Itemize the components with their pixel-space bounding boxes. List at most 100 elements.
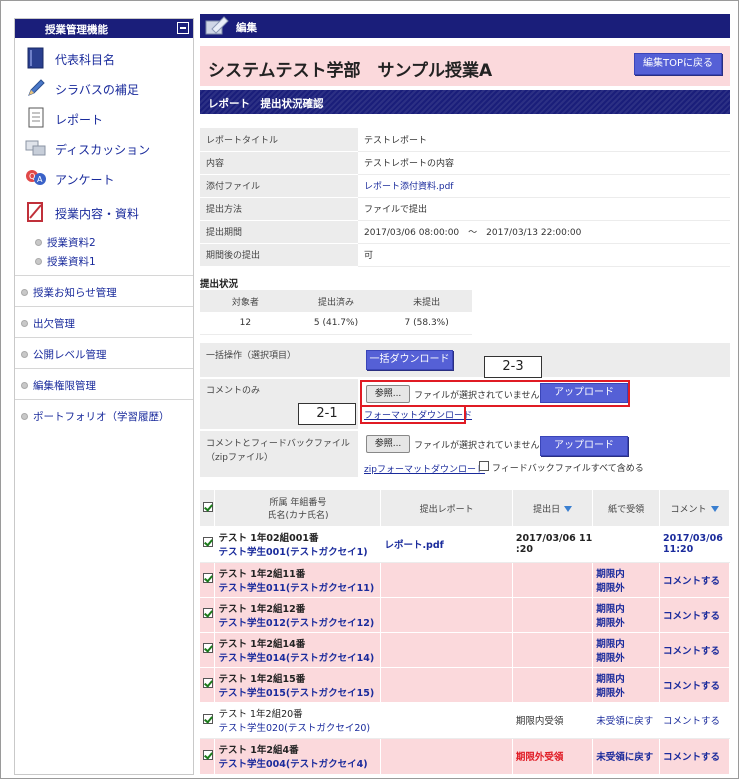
comment-link[interactable]: コメントする xyxy=(659,702,730,739)
sidebar-item-label: アンケート xyxy=(55,173,115,187)
table-row: テスト 1年2組20番 テスト学生020(テストガクセイ20) 期限内受領 未受領… xyxy=(200,702,730,739)
date-header[interactable]: 提出日 xyxy=(512,490,594,526)
course-title: システムテスト学部 サンプル授業A xyxy=(208,61,493,81)
select-all-cell xyxy=(200,490,216,526)
sort-down-icon[interactable] xyxy=(710,505,719,512)
sidebar-subitem-material-2[interactable]: 授業資料2 xyxy=(35,235,96,250)
info-key: 内容 xyxy=(200,151,358,175)
sidebar-link-visibility[interactable]: 公開レベル管理 xyxy=(15,337,193,368)
zip-format-download-link[interactable]: zipフォーマットダウンロード xyxy=(364,462,485,475)
status-table: 対象者 提出済み 未提出 12 5 (41.7%) 7 (58.3%) xyxy=(200,290,472,335)
book-icon xyxy=(27,47,44,69)
sidebar-link-attendance[interactable]: 出欠管理 xyxy=(15,306,193,337)
sidebar-link-portfolio[interactable]: ポートフォリオ（学習履歴） xyxy=(15,399,193,430)
highlight-format-download xyxy=(360,405,466,424)
bulk-operation-row: 一括操作（選択項目） 一括ダウンロード xyxy=(200,343,730,377)
info-value: テストレポートの内容 xyxy=(358,151,730,175)
row-checkbox[interactable] xyxy=(203,749,213,760)
row-checkbox[interactable] xyxy=(203,573,213,583)
course-title-box: システムテスト学部 サンプル授業A 編集TOPに戻る xyxy=(200,46,730,86)
select-all-checkbox[interactable] xyxy=(203,501,214,512)
notebook-icon xyxy=(27,202,43,222)
sidebar-item-label: 授業内容・資料 xyxy=(55,207,140,221)
upload-zip-button[interactable]: アップロード xyxy=(540,436,628,456)
bulk-download-button[interactable]: 一括ダウンロード xyxy=(366,350,453,370)
paper-in-time-link[interactable]: 期限内 xyxy=(596,601,659,615)
table-row: テスト 1年2組11番 テスト学生011(テストガクセイ11) 期限内 期限外 コメ… xyxy=(200,562,730,598)
svg-text:Q: Q xyxy=(29,172,35,181)
table-row: テスト 1年2組12番 テスト学生012(テストガクセイ12) 期限内 期限外 コメ… xyxy=(200,597,730,633)
page-header-title: 編集 xyxy=(236,22,257,34)
comment-link[interactable]: コメントする xyxy=(659,667,730,703)
bullet-icon xyxy=(21,320,28,327)
info-value: テストレポート xyxy=(358,128,730,152)
paper-late-link[interactable]: 期限外 xyxy=(596,615,659,629)
status-header: 提出済み xyxy=(290,290,382,312)
sidebar-subitem-material-1[interactable]: 授業資料1 xyxy=(35,254,96,269)
bulk-operation-label: 一括操作（選択項目） xyxy=(206,351,297,361)
back-to-edit-top-button[interactable]: 編集TOPに戻る xyxy=(634,53,722,75)
sort-down-icon[interactable] xyxy=(564,505,573,512)
bullet-icon xyxy=(35,258,42,265)
status-title: 提出状況 xyxy=(200,279,239,290)
row-checkbox[interactable] xyxy=(203,678,213,688)
sidebar-item-label: シラバスの補足 xyxy=(55,83,139,97)
info-row: 期間後の提出可 xyxy=(200,243,730,267)
sidebar: 授業管理機能 代表科目名 シラバスの補足 レポート ディスカッション Q A ア… xyxy=(14,18,194,775)
late-received-status: 期限外受領 xyxy=(512,738,594,775)
attachment-link[interactable]: レポート添付資料.pdf xyxy=(364,182,453,192)
paper-in-time-link[interactable]: 期限内 xyxy=(596,636,659,650)
paper-in-time-link[interactable]: 期限内 xyxy=(596,671,659,685)
table-row: テスト 1年2組14番 テスト学生014(テストガクセイ14) 期限内 期限外 コメ… xyxy=(200,632,730,668)
info-key: 提出期間 xyxy=(200,220,358,244)
table-row: テスト 1年02組001番 テスト学生001(テストガクセイ1) レポート.pdf… xyxy=(200,526,730,563)
student-submission-table: 所属 年組番号 氏名(カナ氏名) 提出レポート 提出日 紙で受領 コメント テスト… xyxy=(200,490,730,775)
comment-only-label: コメントのみ xyxy=(206,386,261,396)
comment-link[interactable]: コメントする xyxy=(659,562,730,598)
sidebar-title: 授業管理機能 xyxy=(45,24,108,36)
row-checkbox[interactable] xyxy=(203,643,213,653)
comment-link[interactable]: コメントする xyxy=(659,632,730,668)
comment-link[interactable]: コメントする xyxy=(659,738,730,775)
info-key: レポートタイトル xyxy=(200,128,358,152)
revert-receipt-link[interactable]: 未受領に戻す xyxy=(592,702,660,739)
sidebar-header: 授業管理機能 xyxy=(15,19,193,38)
table-row: テスト 1年2組15番 テスト学生015(テストガクセイ15) 期限内 期限外 コメ… xyxy=(200,667,730,703)
edit-icon xyxy=(205,16,229,35)
document-icon xyxy=(28,107,44,128)
no-file-zip-text: ファイルが選択されていません xyxy=(414,441,540,451)
status-target-count: 12 xyxy=(200,312,291,335)
paper-late-link[interactable]: 期限外 xyxy=(596,580,659,594)
paper-in-time-link[interactable]: 期限内 xyxy=(596,566,659,580)
row-checkbox[interactable] xyxy=(203,713,213,724)
comment-date-link[interactable]: 2017/03/06 xyxy=(663,533,729,544)
received-status: 期限内受領 xyxy=(512,702,594,739)
info-row: 提出方法 ファイルで提出 xyxy=(200,197,730,221)
sidebar-link-permissions[interactable]: 編集権限管理 xyxy=(15,368,193,399)
report-file-link[interactable]: レポート.pdf xyxy=(380,526,513,563)
sidebar-link-announcements[interactable]: 授業お知らせ管理 xyxy=(15,275,193,306)
paper-late-link[interactable]: 期限外 xyxy=(596,685,659,699)
section-header: レポート 提出状況確認 xyxy=(200,90,730,114)
comment-header[interactable]: コメント xyxy=(659,490,730,526)
pencil-icon xyxy=(28,79,45,96)
affiliation-header[interactable]: 所属 年組番号 氏名(カナ氏名) xyxy=(214,490,382,526)
include-all-option[interactable]: フィードバックファイルすべて含める xyxy=(479,461,644,474)
revert-receipt-link[interactable]: 未受領に戻す xyxy=(592,738,660,775)
paper-late-link[interactable]: 期限外 xyxy=(596,650,659,664)
discussion-icon xyxy=(25,140,46,156)
svg-text:A: A xyxy=(37,175,43,184)
qa-icon: Q A xyxy=(26,170,46,185)
info-key: 期間後の提出 xyxy=(200,243,358,267)
include-all-checkbox[interactable] xyxy=(479,461,489,471)
info-key: 提出方法 xyxy=(200,197,358,221)
collapse-icon[interactable] xyxy=(177,22,189,34)
browse-zip-button[interactable]: 参照... xyxy=(366,435,410,453)
comment-link[interactable]: コメントする xyxy=(659,597,730,633)
bullet-icon xyxy=(21,382,28,389)
feedback-label-zip: （zipファイル） xyxy=(206,453,273,463)
row-checkbox[interactable] xyxy=(203,608,213,618)
bullet-icon xyxy=(21,413,28,420)
status-header: 対象者 xyxy=(200,290,291,312)
row-checkbox[interactable] xyxy=(203,537,213,548)
